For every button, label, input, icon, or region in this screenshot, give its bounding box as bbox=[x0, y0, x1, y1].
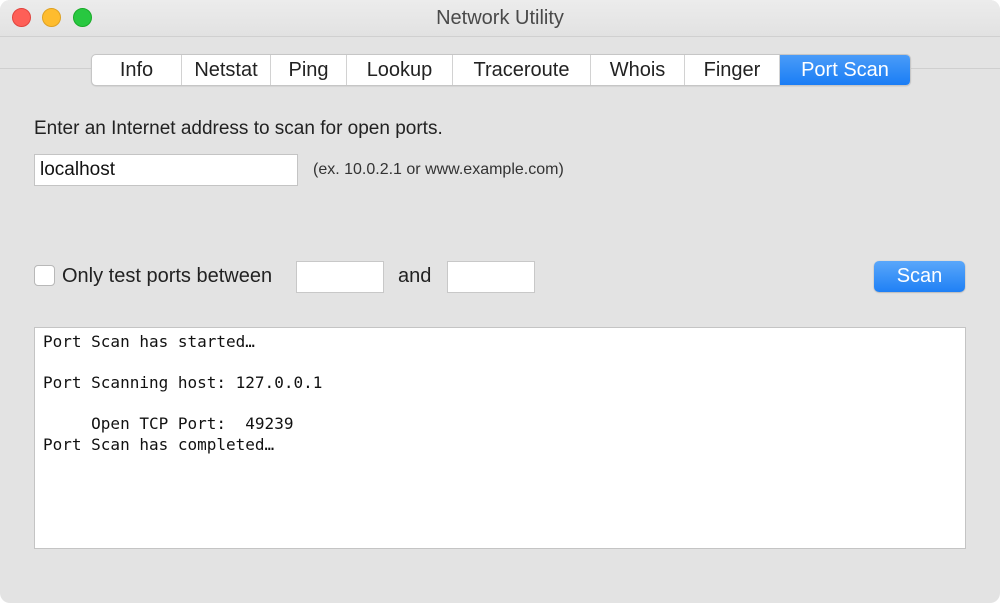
tab-traceroute[interactable]: Traceroute bbox=[453, 55, 591, 85]
scan-button[interactable]: Scan bbox=[874, 261, 965, 292]
output-line: Port Scan has started… bbox=[43, 332, 255, 351]
output-line: Port Scanning host: 127.0.0.1 bbox=[43, 373, 323, 392]
output-line: Port Scan has completed… bbox=[43, 434, 275, 454]
address-example-hint: (ex. 10.0.2.1 or www.example.com) bbox=[313, 161, 564, 178]
tab-bar: Info Netstat Ping Lookup Traceroute Whois Fing… bbox=[91, 54, 911, 86]
and-label: and bbox=[398, 265, 432, 287]
tab-ping[interactable]: Ping bbox=[271, 55, 347, 85]
tab-info[interactable]: Info bbox=[92, 55, 182, 85]
output-line: Open TCP Port: 49239 bbox=[43, 414, 294, 433]
tab-port-scan[interactable]: Port Scan bbox=[780, 55, 910, 85]
window-title: Network Utility bbox=[436, 7, 564, 29]
port-from-input[interactable] bbox=[296, 261, 384, 293]
tab-whois[interactable]: Whois bbox=[591, 55, 685, 85]
address-prompt: Enter an Internet address to scan for op… bbox=[34, 118, 443, 139]
scan-output-textarea[interactable]: Port Scan has started… Port Scanning host… bbox=[34, 327, 966, 549]
tab-lookup[interactable]: Lookup bbox=[347, 55, 453, 85]
port-range-label: Only test ports between bbox=[62, 265, 273, 287]
port-to-input[interactable] bbox=[447, 261, 535, 293]
tab-netstat[interactable]: Netstat bbox=[182, 55, 271, 85]
address-input[interactable]: localhost bbox=[34, 154, 298, 186]
tab-finger[interactable]: Finger bbox=[685, 55, 780, 85]
port-range-checkbox[interactable] bbox=[34, 265, 55, 286]
network-utility-window: Network Utility Info Netstat Ping Lookup Tra… bbox=[0, 0, 1000, 603]
title-bar: Network Utility bbox=[0, 0, 1000, 37]
